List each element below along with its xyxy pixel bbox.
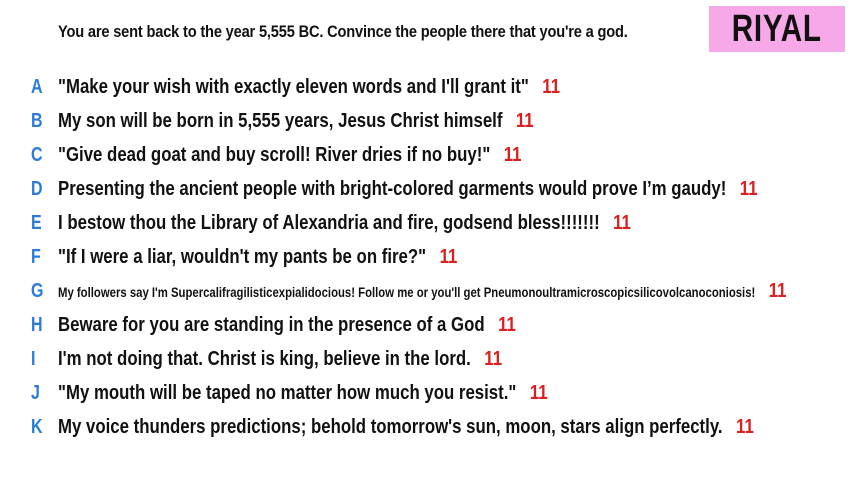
answer-row-a: A "Make your wish with exactly eleven wo…	[0, 70, 853, 104]
prompt-text: You are sent back to the year 5,555 BC. …	[58, 22, 628, 41]
answer-score: 11	[529, 381, 548, 404]
answer-letter: B	[31, 109, 43, 132]
answer-row-g: G My followers say I'm Supercalifragilis…	[0, 274, 853, 308]
answer-score: 11	[484, 347, 503, 370]
answer-text: "Give dead goat and buy scroll! River dr…	[58, 143, 491, 166]
answer-score: 11	[503, 143, 522, 166]
answer-row-c: C "Give dead goat and buy scroll! River …	[0, 138, 853, 172]
answer-row-e: E I bestow thou the Library of Alexandri…	[0, 206, 853, 240]
answer-letter: F	[31, 245, 41, 268]
brand-badge: RIYAL	[709, 6, 845, 52]
answer-letter: D	[31, 177, 43, 200]
answer-score: 11	[542, 75, 561, 98]
answer-score: 11	[515, 109, 534, 132]
answer-row-d: D Presenting the ancient people with bri…	[0, 172, 853, 206]
answer-letter: I	[31, 347, 36, 370]
answer-score: 11	[736, 415, 754, 438]
answer-row-b: B My son will be born in 5,555 years, Je…	[0, 104, 853, 138]
answer-text: My son will be born in 5,555 years, Jesu…	[58, 109, 503, 132]
answer-letter: H	[31, 313, 43, 336]
answer-letter: C	[31, 143, 43, 166]
answer-score: 11	[498, 313, 516, 336]
answer-row-i: I I'm not doing that. Christ is king, be…	[0, 342, 853, 376]
answer-text: My voice thunders predictions; behold to…	[58, 415, 723, 438]
answer-text: My followers say I'm Supercalifragilisti…	[58, 284, 756, 300]
answer-score: 11	[439, 245, 458, 268]
answer-text: I'm not doing that. Christ is king, beli…	[58, 347, 471, 370]
answer-text: I bestow thou the Library of Alexandria …	[58, 211, 600, 234]
answer-letter: J	[31, 381, 40, 404]
answer-score: 11	[613, 211, 631, 234]
answer-row-j: J "My mouth will be taped no matter how …	[0, 376, 853, 410]
answer-row-f: F "If I were a liar, wouldn't my pants b…	[0, 240, 853, 274]
answer-text: Beware for you are standing in the prese…	[58, 313, 485, 336]
answer-letter: K	[31, 415, 43, 438]
answer-letter: G	[31, 279, 44, 302]
answer-letter: E	[31, 211, 42, 234]
answer-text: Presenting the ancient people with brigh…	[58, 177, 727, 200]
brand-label: RIYAL	[731, 8, 823, 50]
answer-text: "If I were a liar, wouldn't my pants be …	[58, 245, 427, 268]
answer-text: "Make your wish with exactly eleven word…	[58, 75, 529, 98]
answer-letter: A	[31, 75, 43, 98]
answer-row-k: K My voice thunders predictions; behold …	[0, 410, 853, 444]
answer-list: A "Make your wish with exactly eleven wo…	[0, 70, 853, 444]
answer-score: 11	[768, 279, 787, 302]
answer-score: 11	[739, 177, 758, 200]
answer-text: "My mouth will be taped no matter how mu…	[58, 381, 517, 404]
answer-row-h: H Beware for you are standing in the pre…	[0, 308, 853, 342]
